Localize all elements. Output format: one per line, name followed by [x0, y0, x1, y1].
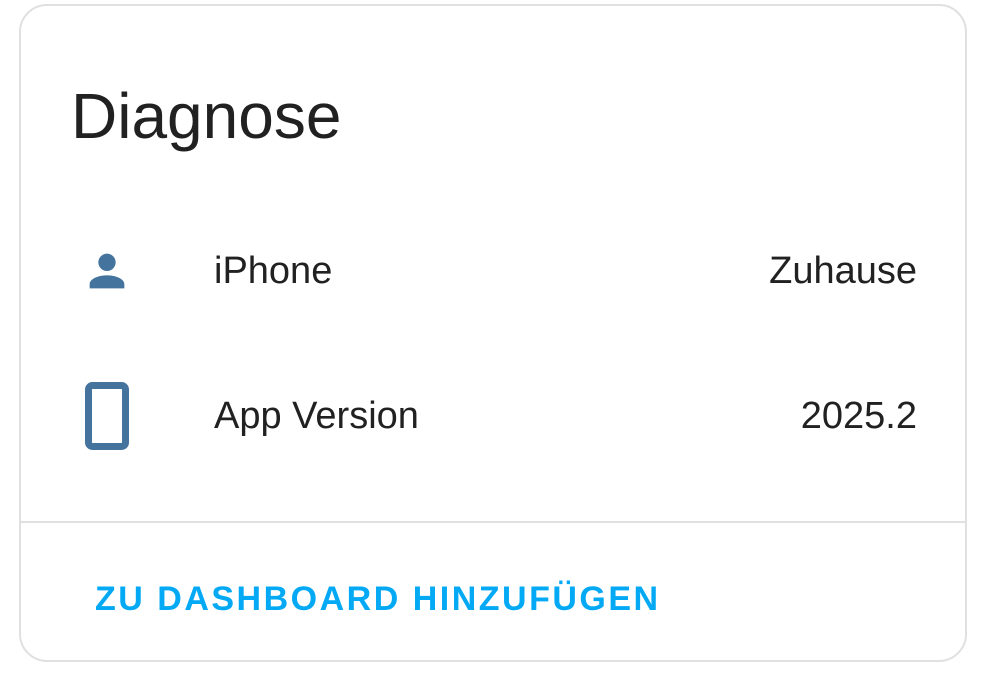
- entity-state: Zuhause: [769, 250, 917, 292]
- entity-label: iPhone: [214, 250, 333, 292]
- entity-row-app-version[interactable]: App Version 2025.2: [21, 366, 965, 466]
- entity-label: App Version: [214, 395, 419, 437]
- person-icon: [77, 241, 137, 301]
- card-actions-divider: [21, 521, 965, 523]
- card-title: Diagnose: [71, 80, 342, 152]
- diagnostics-card: Diagnose iPhone Zuhause App Version 2025…: [19, 4, 967, 662]
- add-to-dashboard-button[interactable]: ZU DASHBOARD HINZUFÜGEN: [77, 561, 679, 637]
- entity-row-iphone[interactable]: iPhone Zuhause: [21, 221, 965, 321]
- cellphone-icon: [77, 382, 137, 450]
- entity-state: 2025.2: [800, 395, 917, 437]
